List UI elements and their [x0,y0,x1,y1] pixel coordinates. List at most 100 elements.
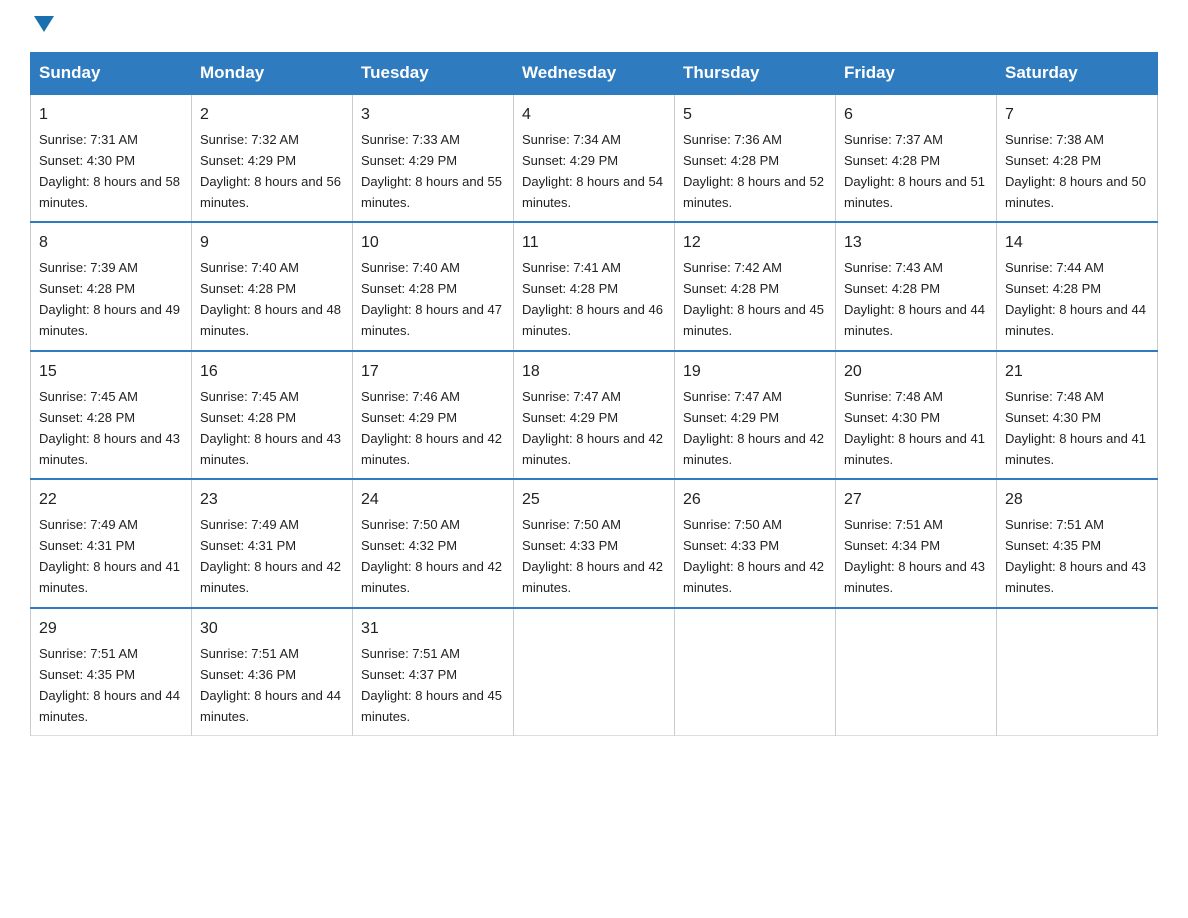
calendar-cell [514,608,675,736]
day-info: Sunrise: 7:40 AMSunset: 4:28 PMDaylight:… [200,260,341,338]
day-info: Sunrise: 7:49 AMSunset: 4:31 PMDaylight:… [39,517,180,595]
calendar-cell: 12 Sunrise: 7:42 AMSunset: 4:28 PMDayligh… [675,222,836,350]
calendar-cell: 1 Sunrise: 7:31 AMSunset: 4:30 PMDaylight… [31,94,192,222]
calendar-cell: 25 Sunrise: 7:50 AMSunset: 4:33 PMDayligh… [514,479,675,607]
day-info: Sunrise: 7:36 AMSunset: 4:28 PMDaylight:… [683,132,824,210]
calendar-week-row: 1 Sunrise: 7:31 AMSunset: 4:30 PMDaylight… [31,94,1158,222]
calendar-cell: 15 Sunrise: 7:45 AMSunset: 4:28 PMDayligh… [31,351,192,479]
weekday-header: Thursday [675,53,836,95]
day-info: Sunrise: 7:32 AMSunset: 4:29 PMDaylight:… [200,132,341,210]
day-number: 28 [1005,488,1149,513]
day-info: Sunrise: 7:51 AMSunset: 4:36 PMDaylight:… [200,646,341,724]
day-info: Sunrise: 7:50 AMSunset: 4:32 PMDaylight:… [361,517,502,595]
weekday-header: Tuesday [353,53,514,95]
calendar-cell: 11 Sunrise: 7:41 AMSunset: 4:28 PMDayligh… [514,222,675,350]
day-info: Sunrise: 7:47 AMSunset: 4:29 PMDaylight:… [683,389,824,467]
day-number: 15 [39,360,183,385]
page-header [30,20,1158,32]
day-info: Sunrise: 7:47 AMSunset: 4:29 PMDaylight:… [522,389,663,467]
day-info: Sunrise: 7:50 AMSunset: 4:33 PMDaylight:… [522,517,663,595]
day-info: Sunrise: 7:33 AMSunset: 4:29 PMDaylight:… [361,132,502,210]
calendar-cell: 19 Sunrise: 7:47 AMSunset: 4:29 PMDayligh… [675,351,836,479]
calendar-cell: 3Sunrise: 7:33 AMSunset: 4:29 PMDaylight… [353,94,514,222]
day-number: 8 [39,231,183,256]
day-info: Sunrise: 7:45 AMSunset: 4:28 PMDaylight:… [39,389,180,467]
calendar-cell: 27 Sunrise: 7:51 AMSunset: 4:34 PMDayligh… [836,479,997,607]
day-number: 16 [200,360,344,385]
calendar-cell: 4 Sunrise: 7:34 AMSunset: 4:29 PMDaylight… [514,94,675,222]
calendar-week-row: 22 Sunrise: 7:49 AMSunset: 4:31 PMDayligh… [31,479,1158,607]
day-info: Sunrise: 7:42 AMSunset: 4:28 PMDaylight:… [683,260,824,338]
calendar-cell: 5Sunrise: 7:36 AMSunset: 4:28 PMDaylight… [675,94,836,222]
day-number: 17 [361,360,505,385]
day-info: Sunrise: 7:40 AMSunset: 4:28 PMDaylight:… [361,260,502,338]
day-info: Sunrise: 7:45 AMSunset: 4:28 PMDaylight:… [200,389,341,467]
day-info: Sunrise: 7:43 AMSunset: 4:28 PMDaylight:… [844,260,985,338]
calendar-cell: 2 Sunrise: 7:32 AMSunset: 4:29 PMDaylight… [192,94,353,222]
calendar-cell [836,608,997,736]
day-info: Sunrise: 7:49 AMSunset: 4:31 PMDaylight:… [200,517,341,595]
day-number: 1 [39,103,183,128]
day-number: 11 [522,231,666,256]
calendar-cell: 22 Sunrise: 7:49 AMSunset: 4:31 PMDayligh… [31,479,192,607]
day-number: 29 [39,617,183,642]
calendar-week-row: 8 Sunrise: 7:39 AMSunset: 4:28 PMDaylight… [31,222,1158,350]
day-info: Sunrise: 7:51 AMSunset: 4:35 PMDaylight:… [1005,517,1146,595]
day-info: Sunrise: 7:44 AMSunset: 4:28 PMDaylight:… [1005,260,1146,338]
calendar-cell: 21Sunrise: 7:48 AMSunset: 4:30 PMDayligh… [997,351,1158,479]
logo [30,20,54,32]
day-info: Sunrise: 7:50 AMSunset: 4:33 PMDaylight:… [683,517,824,595]
day-number: 21 [1005,360,1149,385]
weekday-header: Saturday [997,53,1158,95]
day-number: 14 [1005,231,1149,256]
calendar-cell: 28 Sunrise: 7:51 AMSunset: 4:35 PMDayligh… [997,479,1158,607]
day-number: 22 [39,488,183,513]
day-number: 30 [200,617,344,642]
day-number: 4 [522,103,666,128]
day-number: 2 [200,103,344,128]
day-info: Sunrise: 7:34 AMSunset: 4:29 PMDaylight:… [522,132,663,210]
day-info: Sunrise: 7:41 AMSunset: 4:28 PMDaylight:… [522,260,663,338]
calendar-cell: 16 Sunrise: 7:45 AMSunset: 4:28 PMDayligh… [192,351,353,479]
calendar-cell: 14 Sunrise: 7:44 AMSunset: 4:28 PMDayligh… [997,222,1158,350]
weekday-header: Monday [192,53,353,95]
day-number: 24 [361,488,505,513]
day-number: 25 [522,488,666,513]
calendar-body: 1 Sunrise: 7:31 AMSunset: 4:30 PMDaylight… [31,94,1158,736]
calendar-cell [675,608,836,736]
day-number: 19 [683,360,827,385]
calendar-cell [997,608,1158,736]
calendar-week-row: 15 Sunrise: 7:45 AMSunset: 4:28 PMDayligh… [31,351,1158,479]
calendar-cell: 30 Sunrise: 7:51 AMSunset: 4:36 PMDayligh… [192,608,353,736]
calendar-week-row: 29 Sunrise: 7:51 AMSunset: 4:35 PMDayligh… [31,608,1158,736]
calendar-cell: 10 Sunrise: 7:40 AMSunset: 4:28 PMDayligh… [353,222,514,350]
day-number: 27 [844,488,988,513]
calendar-cell: 23Sunrise: 7:49 AMSunset: 4:31 PMDayligh… [192,479,353,607]
day-info: Sunrise: 7:51 AMSunset: 4:34 PMDaylight:… [844,517,985,595]
day-number: 13 [844,231,988,256]
calendar-cell: 6Sunrise: 7:37 AMSunset: 4:28 PMDaylight… [836,94,997,222]
calendar-table: SundayMondayTuesdayWednesdayThursdayFrid… [30,52,1158,736]
day-number: 6 [844,103,988,128]
weekday-header: Wednesday [514,53,675,95]
calendar-cell: 24 Sunrise: 7:50 AMSunset: 4:32 PMDayligh… [353,479,514,607]
day-info: Sunrise: 7:51 AMSunset: 4:37 PMDaylight:… [361,646,502,724]
day-number: 18 [522,360,666,385]
day-number: 7 [1005,103,1149,128]
day-info: Sunrise: 7:39 AMSunset: 4:28 PMDaylight:… [39,260,180,338]
calendar-cell: 8 Sunrise: 7:39 AMSunset: 4:28 PMDaylight… [31,222,192,350]
day-number: 31 [361,617,505,642]
day-info: Sunrise: 7:51 AMSunset: 4:35 PMDaylight:… [39,646,180,724]
calendar-cell: 13 Sunrise: 7:43 AMSunset: 4:28 PMDayligh… [836,222,997,350]
calendar-header: SundayMondayTuesdayWednesdayThursdayFrid… [31,53,1158,95]
day-info: Sunrise: 7:31 AMSunset: 4:30 PMDaylight:… [39,132,180,210]
calendar-cell: 17 Sunrise: 7:46 AMSunset: 4:29 PMDayligh… [353,351,514,479]
day-info: Sunrise: 7:48 AMSunset: 4:30 PMDaylight:… [844,389,985,467]
day-number: 10 [361,231,505,256]
day-number: 12 [683,231,827,256]
calendar-cell: 31 Sunrise: 7:51 AMSunset: 4:37 PMDayligh… [353,608,514,736]
calendar-cell: 26Sunrise: 7:50 AMSunset: 4:33 PMDayligh… [675,479,836,607]
day-info: Sunrise: 7:46 AMSunset: 4:29 PMDaylight:… [361,389,502,467]
weekday-header: Sunday [31,53,192,95]
day-number: 9 [200,231,344,256]
